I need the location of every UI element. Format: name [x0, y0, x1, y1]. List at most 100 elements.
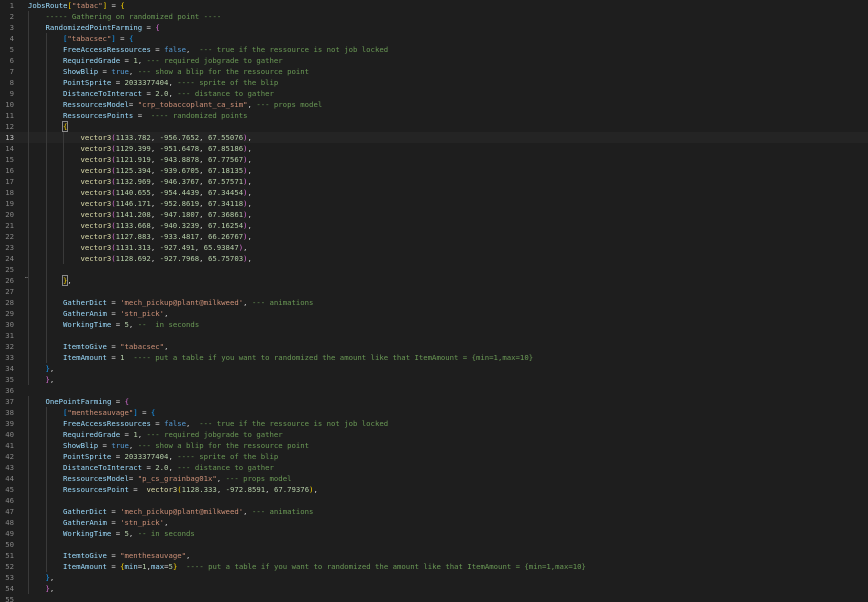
code-line[interactable]: 16 vector3(1125.394, -939.6705, 67.18135)… — [0, 165, 868, 176]
code-token: GatherAnim — [63, 518, 107, 527]
code-line[interactable]: 1 JobsRoute["tabac"] = { — [0, 0, 868, 11]
code-line[interactable]: 33 ItemAmount = 1 ---- put a table if you… — [0, 352, 868, 363]
indent-guide — [28, 550, 29, 561]
code-content: ItemtoGive = "tabacsec", — [63, 341, 168, 352]
indent-guide — [45, 539, 47, 550]
code-token: , — [199, 221, 208, 230]
indent-guide — [45, 209, 47, 220]
code-editor[interactable]: 1 JobsRoute["tabac"] = {2 ----- Gathering … — [0, 0, 868, 602]
code-line[interactable]: 2 ----- Gathering on randomized point ---… — [0, 11, 868, 22]
line-number: 7 — [9, 67, 14, 76]
code-line[interactable]: 14 vector3(1129.399, -951.6478, 67.85186)… — [0, 143, 868, 154]
code-line[interactable]: 41 ShowBlip = true, --- show a blip for t… — [0, 440, 868, 451]
code-content: vector3(1133.782, -956.7652, 67.55076), — [81, 132, 252, 143]
code-line[interactable]: 22 vector3(1127.883, -933.4817, 66.26767)… — [0, 231, 868, 242]
indent-guide — [28, 506, 29, 517]
indent-guide — [45, 297, 47, 308]
code-line[interactable]: 30 WorkingTime = 5, -- in seconds — [0, 319, 868, 330]
indent-guide — [45, 264, 47, 275]
code-token: ----- Gathering on randomized point ---- — [45, 12, 222, 21]
code-token: "tabacsec" — [120, 342, 165, 351]
code-line[interactable]: 40 RequiredGrade = 1, --- required jobgra… — [0, 429, 868, 440]
indent-guide — [45, 473, 47, 484]
indent-guide — [28, 539, 29, 550]
code-line[interactable]: 5 FreeAccessRessources = false, --- true … — [0, 44, 868, 55]
code-line[interactable]: 6 RequiredGrade = 1, --- required jobgrad… — [0, 55, 868, 66]
code-line[interactable]: 7 ShowBlip = true, --- show a blip for th… — [0, 66, 868, 77]
indent-guide — [28, 220, 29, 231]
code-line[interactable]: 4 ["tabacsec"] = { — [0, 33, 868, 44]
code-line[interactable]: 45 RessourcesPoint = vector3(1128.333, -9… — [0, 484, 868, 495]
code-line[interactable]: 43 DistanceToInteract = 2.0, --- distance… — [0, 462, 868, 473]
code-token: vector3 — [80, 232, 112, 241]
code-token: 1141.208 — [115, 210, 151, 219]
indent-guide — [45, 132, 47, 143]
indent-guide — [28, 11, 29, 22]
code-token: RequiredGrade — [63, 430, 121, 439]
code-line[interactable]: 51 ItemtoGive = "menthesauvage", — [0, 550, 868, 561]
code-line[interactable]: 34}, — [0, 363, 868, 374]
code-line[interactable]: 31 — [0, 330, 868, 341]
code-line[interactable]: 38 ["menthesauvage"] = { — [0, 407, 868, 418]
line-number: 41 — [5, 441, 14, 450]
code-token: ---- sprite of the blip — [177, 452, 279, 461]
indent-guide — [28, 231, 29, 242]
code-token: true — [111, 67, 129, 76]
code-line[interactable]: 26}, — [0, 275, 868, 286]
line-number: 47 — [5, 507, 14, 516]
code-line[interactable]: 13 vector3(1133.782, -956.7652, 67.55076)… — [0, 132, 868, 143]
code-line[interactable]: 52 ItemAmount = {min=1,max=5} ---- put a … — [0, 561, 868, 572]
code-line[interactable]: 21 vector3(1133.668, -940.3239, 67.16254)… — [0, 220, 868, 231]
code-line[interactable]: 28 GatherDict = 'mech_pickup@plant@milkwe… — [0, 297, 868, 308]
code-line[interactable]: 12 { — [0, 121, 868, 132]
indent-guide — [45, 121, 47, 132]
code-line[interactable]: 53}, — [0, 572, 868, 583]
line-number: 46 — [5, 496, 14, 505]
code-line[interactable]: 27 — [0, 286, 868, 297]
code-line[interactable]: 49 WorkingTime = 5, -- in seconds — [0, 528, 868, 539]
code-line[interactable]: 10 RessourcesModel= "crp_tobaccoplant_ca_… — [0, 99, 868, 110]
indent-guide — [45, 407, 47, 418]
code-line[interactable]: 19 vector3(1146.171, -952.8619, 67.34118)… — [0, 198, 868, 209]
code-line[interactable]: 15 vector3(1121.919, -943.8878, 67.77567)… — [0, 154, 868, 165]
code-line[interactable]: 48 GatherAnim = 'stn_pick', — [0, 517, 868, 528]
code-line[interactable]: 18 vector3(1140.655, -954.4439, 67.34454)… — [0, 187, 868, 198]
code-token: -951.6478 — [159, 144, 200, 153]
code-line[interactable]: 23 vector3(1131.313, -927.491, 65.93847), — [0, 242, 868, 253]
code-line[interactable]: 20 vector3(1141.208, -947.1807, 67.36861)… — [0, 209, 868, 220]
code-line[interactable]: 25… — [0, 264, 868, 280]
code-line[interactable]: 8 PointSprite = 2033377404, ---- sprite o… — [0, 77, 868, 88]
code-line[interactable]: 11 RessourcesPoints = ---- randomized poi… — [0, 110, 868, 121]
code-token: false — [164, 419, 187, 428]
code-token: --- props model — [225, 474, 292, 483]
code-line[interactable]: 17 vector3(1132.969, -946.3767, 67.57571)… — [0, 176, 868, 187]
indent-guide — [28, 132, 29, 143]
code-line[interactable]: 3 RandomizedPointFarming = { — [0, 22, 868, 33]
code-content: WorkingTime = 5, -- in seconds — [63, 528, 195, 539]
code-line[interactable]: 44 RessourcesModel= "p_cs_grainbag01x", -… — [0, 473, 868, 484]
code-token: -952.8619 — [159, 199, 200, 208]
code-line[interactable]: 9 DistanceToInteract = 2.0, --- distance … — [0, 88, 868, 99]
code-line[interactable]: 37 OnePointFarming = { — [0, 396, 868, 407]
code-line[interactable]: 54}, — [0, 583, 868, 594]
code-content: vector3(1140.655, -954.4439, 67.34454), — [81, 187, 252, 198]
code-line[interactable]: 55 — [0, 594, 868, 602]
code-token: , — [150, 254, 160, 263]
code-token: vector3 — [80, 199, 112, 208]
code-line[interactable]: 46 — [0, 495, 868, 506]
code-line[interactable]: 47 GatherDict = 'mech_pickup@plant@milkwe… — [0, 506, 868, 517]
code-line[interactable]: 35}, — [0, 374, 868, 385]
code-token: 67.34118 — [207, 199, 244, 208]
code-token: FreeAccessRessources — [63, 419, 151, 428]
code-line[interactable]: 39 FreeAccessRessources = false, --- true… — [0, 418, 868, 429]
code-line[interactable]: 24 vector3(1128.692, -927.7968, 65.75703)… — [0, 253, 868, 264]
code-line[interactable]: 32 ItemtoGive = "tabacsec", — [0, 341, 868, 352]
code-line[interactable]: 36 — [0, 385, 868, 396]
code-line[interactable]: 29 GatherAnim = 'stn_pick', — [0, 308, 868, 319]
code-line[interactable]: 42 PointSprite = 2033377404, ---- sprite … — [0, 451, 868, 462]
code-token: , — [137, 56, 147, 65]
line-number: 22 — [5, 232, 14, 241]
line-number: 29 — [5, 309, 14, 318]
code-line[interactable]: 50 — [0, 539, 868, 550]
